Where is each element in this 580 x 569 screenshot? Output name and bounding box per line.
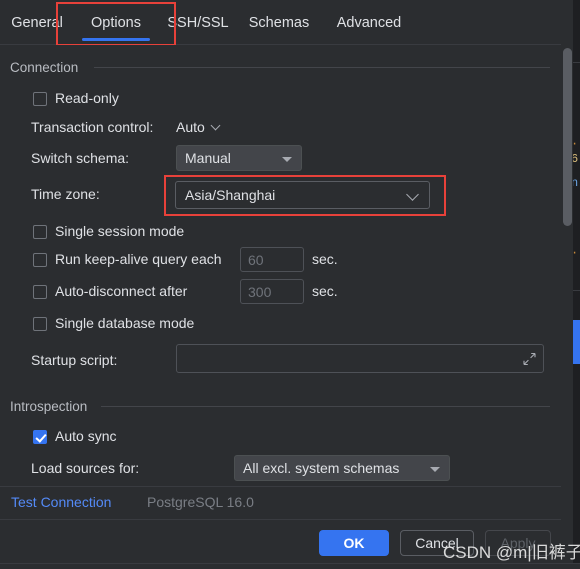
switch-schema-dropdown[interactable]: Manual <box>176 145 302 171</box>
ok-button[interactable]: OK <box>319 530 389 556</box>
time-zone-label: Time zone: <box>31 186 100 202</box>
connection-group-title: Connection <box>10 60 79 75</box>
watermark: CSDN @m|旧裤子 <box>443 543 580 562</box>
read-only-checkbox[interactable] <box>33 92 47 106</box>
startup-script-input[interactable] <box>176 344 544 373</box>
bleed-glyph-2: 6 <box>573 152 579 166</box>
auto-disconnect-label: Auto-disconnect after <box>55 283 188 299</box>
chevron-down-icon <box>210 120 224 134</box>
bleed-glyph-1: · <box>573 137 578 151</box>
tab-advanced[interactable]: Advanced <box>330 0 408 45</box>
tab-schemas[interactable]: Schemas <box>245 0 313 45</box>
tab-general[interactable]: General <box>10 0 64 45</box>
single-database-mode-checkbox[interactable] <box>33 317 47 331</box>
tab-options[interactable]: Options <box>82 0 150 45</box>
settings-scrollbar-thumb[interactable] <box>563 48 572 226</box>
time-zone-dropdown[interactable]: Asia/Shanghai <box>175 181 430 209</box>
connection-settings-dialog: · 6 n · General Options SSH/SSL Schemas … <box>0 0 580 569</box>
chevron-down-icon <box>406 188 419 201</box>
auto-disconnect-timeout-value: 300 <box>248 283 272 300</box>
tab-schemas-label: Schemas <box>248 14 310 31</box>
test-connection-link[interactable]: Test Connection <box>11 494 111 510</box>
expand-diagonal-icon[interactable] <box>523 352 536 365</box>
options-panel: Connection Read-only Transaction control… <box>0 45 561 486</box>
tab-ssh-ssl[interactable]: SSH/SSL <box>167 0 229 45</box>
read-only-label: Read-only <box>55 90 119 106</box>
introspection-group-title: Introspection <box>10 399 88 414</box>
ok-button-label: OK <box>343 535 365 551</box>
load-sources-value: All excl. system schemas <box>243 460 400 476</box>
caret-down-icon <box>282 157 292 162</box>
bleed-accent-bar <box>573 320 580 364</box>
driver-version-label: PostgreSQL 16.0 <box>147 494 254 510</box>
keep-alive-interval-value: 60 <box>248 251 264 268</box>
auto-sync-label: Auto sync <box>55 428 117 444</box>
keep-alive-unit-label: sec. <box>312 251 338 267</box>
tab-advanced-label: Advanced <box>336 14 402 31</box>
tab-options-selected-indicator <box>82 38 150 41</box>
transaction-control-value: Auto <box>176 119 205 135</box>
transaction-control-dropdown[interactable]: Auto <box>176 119 224 135</box>
background-window-bleed: · 6 n · <box>573 0 580 569</box>
keep-alive-checkbox[interactable] <box>33 253 47 267</box>
switch-schema-label: Switch schema: <box>31 150 130 166</box>
tab-ssh-ssl-label: SSH/SSL <box>167 14 229 31</box>
time-zone-value: Asia/Shanghai <box>185 187 276 203</box>
transaction-control-label: Transaction control: <box>31 119 154 135</box>
auto-disconnect-timeout-input[interactable]: 300 <box>240 279 304 304</box>
tab-options-label: Options <box>91 14 141 31</box>
settings-scrollbar-track[interactable] <box>561 44 573 484</box>
switch-schema-value: Manual <box>185 150 231 166</box>
auto-sync-checkbox[interactable] <box>33 430 47 444</box>
single-database-mode-label: Single database mode <box>55 315 195 331</box>
tab-bar: General Options SSH/SSL Schemas Advanced <box>0 0 561 46</box>
load-sources-label: Load sources for: <box>31 460 140 476</box>
startup-script-label: Startup script: <box>31 352 118 368</box>
tab-general-label: General <box>11 14 63 31</box>
load-sources-dropdown[interactable]: All excl. system schemas <box>234 455 450 481</box>
connection-group-rule <box>94 67 550 68</box>
single-session-mode-checkbox[interactable] <box>33 225 47 239</box>
introspection-group-rule <box>101 406 550 407</box>
dialog-bottom-edge <box>0 563 580 569</box>
auto-disconnect-checkbox[interactable] <box>33 285 47 299</box>
auto-disconnect-unit-label: sec. <box>312 283 338 299</box>
single-session-mode-label: Single session mode <box>55 223 185 239</box>
caret-down-icon <box>430 467 440 472</box>
status-bar: Test Connection PostgreSQL 16.0 <box>0 486 561 519</box>
bleed-glyph-4: · <box>573 246 578 260</box>
keep-alive-interval-input[interactable]: 60 <box>240 247 304 272</box>
keep-alive-label: Run keep-alive query each <box>55 251 222 267</box>
bleed-glyph-3: n <box>573 176 579 190</box>
